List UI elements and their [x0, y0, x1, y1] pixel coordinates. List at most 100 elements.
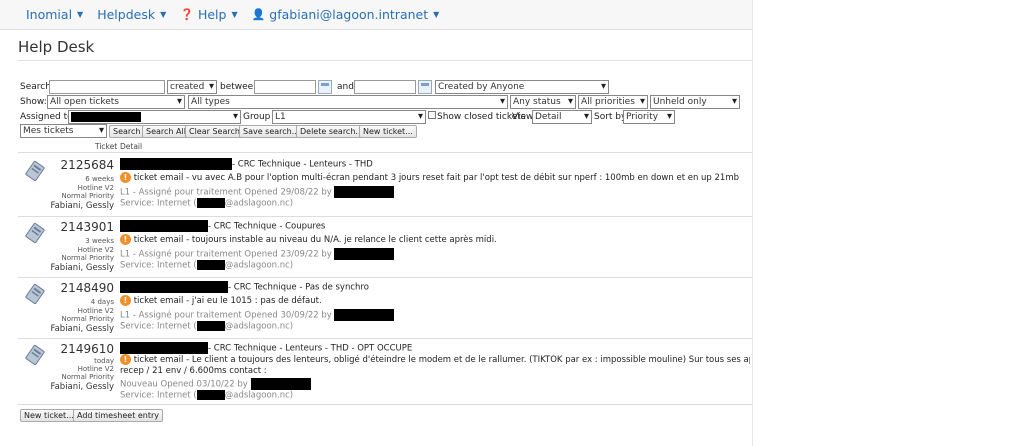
table-row[interactable]: 2149610 today Hotline V2 Normal Priority…: [18, 340, 758, 404]
ticket-subject[interactable]: - CRC Technique - Pas de synchro: [120, 281, 369, 293]
ticket-subject-text: - CRC Technique - Lenteurs - THD - OPT O…: [208, 343, 413, 354]
ticket-status: L1 - Assigné pour traitement Opened 23/0…: [120, 248, 395, 260]
ticket-id[interactable]: 2125684: [61, 158, 114, 172]
nav-user-label: gfabiani@lagoon.intranet: [269, 7, 429, 22]
saved-search-select[interactable]: Mes tickets: [20, 124, 107, 138]
search-label: Search: [20, 82, 51, 92]
created-by-select[interactable]: Created by Anyone: [435, 80, 609, 94]
status-select[interactable]: Any status: [510, 95, 576, 109]
ticket-subject[interactable]: - CRC Technique - Lenteurs - THD - OPT O…: [120, 342, 412, 354]
table-header-divider: [18, 152, 752, 153]
date-field-select[interactable]: created: [167, 80, 217, 94]
nav-inomial-menu[interactable]: Inomial ▼: [26, 7, 83, 22]
column-detail: Detail: [120, 142, 143, 151]
nav-helpdesk-menu[interactable]: Helpdesk ▼: [97, 7, 166, 22]
nav-user-menu[interactable]: 👤 gfabiani@lagoon.intranet ▼: [252, 7, 440, 22]
ticket-age: 6 weeks: [85, 175, 114, 183]
service-prefix: Service: Internet (: [120, 198, 197, 209]
ticket-icon: [25, 160, 45, 182]
ticket-service: Service: Internet ( @adslagoon.nc): [120, 260, 293, 271]
sort-select[interactable]: Priority: [623, 110, 675, 124]
ticket-body: ! ticket email - j'ai eu le 1015 : pas d…: [120, 295, 322, 306]
redacted-customer: [120, 158, 232, 170]
redacted-agent: [334, 248, 395, 260]
ticket-body-text: ticket email - j'ai eu le 1015 : pas de …: [133, 296, 322, 306]
redacted-agent: [334, 186, 395, 198]
new-ticket-bottom-button[interactable]: New ticket...: [20, 409, 78, 422]
held-select[interactable]: Unheld only: [650, 95, 740, 109]
ticket-body-text: ticket email - toujours instable au nive…: [133, 235, 497, 245]
row-divider: [18, 277, 752, 278]
view-select[interactable]: Detail: [532, 110, 592, 124]
search-button[interactable]: Search: [109, 125, 145, 138]
ticket-service: Service: Internet ( @adslagoon.nc): [120, 198, 293, 209]
email-icon: !: [120, 354, 131, 365]
service-suffix: @adslagoon.nc): [224, 198, 294, 209]
ticket-id[interactable]: 2149610: [61, 342, 114, 356]
ticket-age: 3 weeks: [85, 237, 114, 245]
calendar-icon[interactable]: [418, 80, 432, 94]
nav-help-label: Help: [197, 7, 227, 22]
new-ticket-button[interactable]: New ticket...: [359, 125, 417, 138]
ticket-subject[interactable]: - CRC Technique - Coupures: [120, 220, 325, 232]
assigned-select[interactable]: [68, 110, 241, 124]
calendar-icon[interactable]: [318, 80, 332, 94]
redacted-login: [196, 260, 225, 270]
ticket-body-continued: recep / 21 env / 6.600ms contact :: [120, 366, 267, 376]
assigned-label: Assigned to: [20, 112, 73, 122]
title-divider: [18, 60, 752, 61]
group-select[interactable]: L1: [272, 110, 426, 124]
service-suffix: @adslagoon.nc): [224, 260, 294, 271]
ticket-id[interactable]: 2143901: [61, 220, 114, 234]
chevron-down-icon: ▼: [231, 10, 238, 19]
table-row[interactable]: 2148490 4 days Hotline V2 Normal Priorit…: [18, 279, 758, 339]
service-prefix: Service: Internet (: [120, 260, 197, 271]
nav-help-menu[interactable]: ❓ Help ▼: [180, 7, 237, 22]
ticket-icon: [25, 344, 45, 366]
user-icon: 👤: [251, 8, 266, 21]
date-from-input[interactable]: [254, 80, 316, 94]
search-all-button[interactable]: Search All: [142, 125, 190, 138]
ticket-queue: Hotline V2: [77, 307, 114, 315]
ticket-subject-text: - CRC Technique - Lenteurs - THD: [232, 159, 373, 170]
date-to-input[interactable]: [354, 80, 416, 94]
show-label: Show:: [20, 97, 47, 107]
ticket-subject[interactable]: - CRC Technique - Lenteurs - THD: [120, 158, 373, 170]
table-row[interactable]: 2143901 3 weeks Hotline V2 Normal Priori…: [18, 218, 758, 278]
ticket-subject-text: - CRC Technique - Pas de synchro: [228, 282, 369, 293]
show-select[interactable]: All open tickets: [47, 95, 185, 109]
ticket-status-text: L1 - Assigné pour traitement Opened 30/0…: [120, 310, 332, 321]
row-divider: [18, 404, 752, 405]
delete-search-button[interactable]: Delete search...: [296, 125, 368, 138]
chevron-down-icon: ▼: [433, 10, 440, 19]
ticket-body: ! ticket email - toujours instable au ni…: [120, 234, 497, 245]
ticket-priority: Normal Priority: [61, 192, 114, 200]
ticket-queue: Hotline V2: [77, 365, 114, 373]
priorities-select[interactable]: All priorities: [578, 95, 648, 109]
ticket-body-text: ticket email - Le client a toujours des …: [133, 355, 750, 365]
ticket-status: L1 - Assigné pour traitement Opened 30/0…: [120, 309, 395, 321]
ticket-status-text: Nouveau Opened 03/10/22 by: [120, 379, 248, 390]
redacted-login: [196, 321, 225, 331]
save-search-button[interactable]: Save search...: [239, 125, 304, 138]
service-prefix: Service: Internet (: [120, 390, 197, 401]
clear-search-button[interactable]: Clear Search: [185, 125, 244, 138]
show-closed-checkbox[interactable]: [428, 111, 436, 119]
ticket-status: L1 - Assigné pour traitement Opened 29/0…: [120, 186, 395, 198]
table-row[interactable]: 2125684 6 weeks Hotline V2 Normal Priori…: [18, 156, 758, 216]
ticket-id[interactable]: 2148490: [61, 281, 114, 295]
question-circle-icon: ❓: [180, 8, 194, 21]
add-timesheet-button[interactable]: Add timesheet entry: [73, 409, 164, 422]
search-input[interactable]: [49, 80, 165, 94]
service-suffix: @adslagoon.nc): [224, 390, 294, 401]
and-label: and: [337, 82, 354, 92]
redacted-customer: [120, 342, 208, 354]
ticket-service: Service: Internet ( @adslagoon.nc): [120, 390, 293, 401]
service-suffix: @adslagoon.nc): [224, 321, 294, 332]
ticket-body: ! ticket email - vu avec A.B pour l'opti…: [120, 172, 739, 183]
ticket-status: Nouveau Opened 03/10/22 by: [120, 378, 311, 390]
types-select[interactable]: All types: [188, 95, 508, 109]
redacted-name: [71, 111, 141, 122]
ticket-body: ! ticket email - Le client a toujours de…: [120, 354, 750, 365]
email-icon: !: [120, 234, 131, 245]
